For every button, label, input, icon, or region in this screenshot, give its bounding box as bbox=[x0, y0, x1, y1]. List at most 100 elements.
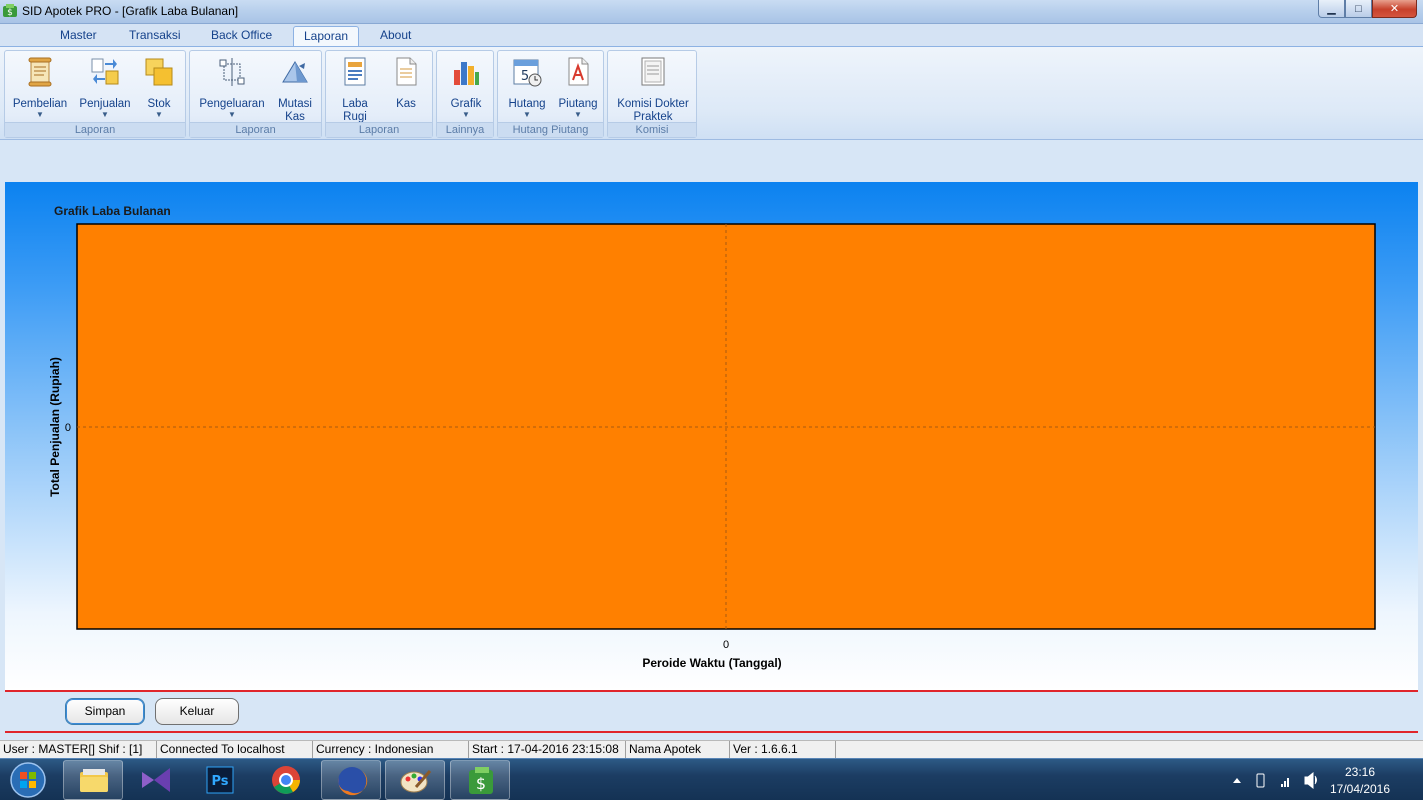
report-icon bbox=[344, 57, 366, 86]
explorer-icon bbox=[80, 769, 108, 792]
mutasi-kas-label: Mutasi Kas bbox=[278, 98, 312, 123]
network-icon[interactable] bbox=[1281, 778, 1289, 787]
firefox-icon bbox=[338, 767, 368, 796]
ribbon-group-label: Laporan bbox=[190, 122, 321, 137]
laba-rugi-button[interactable]: Laba Rugi bbox=[332, 54, 378, 124]
piutang-button[interactable]: Piutang ▼ bbox=[554, 54, 602, 119]
status-connection: Connected To localhost bbox=[157, 741, 313, 759]
mutasi-kas-button[interactable]: Mutasi Kas bbox=[272, 54, 318, 124]
taskbar-explorer[interactable] bbox=[63, 760, 123, 800]
ribbon-group-label: Komisi bbox=[608, 122, 696, 137]
status-store: Nama Apotek bbox=[626, 741, 730, 759]
chevron-down-icon: ▼ bbox=[228, 110, 236, 119]
taskbar-paint[interactable] bbox=[385, 760, 445, 800]
y-axis-label: Total Penjualan (Rupiah) bbox=[48, 357, 62, 497]
pengeluaran-button[interactable]: Pengeluaran ▼ bbox=[194, 54, 270, 119]
photoshop-icon: Ps bbox=[206, 766, 234, 794]
pembelian-button[interactable]: Pembelian ▼ bbox=[9, 54, 71, 119]
y-tick-label: 0 bbox=[65, 422, 71, 434]
taskbar-chrome[interactable] bbox=[256, 760, 316, 800]
calendar-icon: 5 bbox=[513, 59, 542, 87]
ribbon-group-laporan-1: Pembelian ▼ Penjualan ▼ Stok ▼ Laporan bbox=[4, 50, 186, 138]
svg-text:$: $ bbox=[7, 8, 13, 18]
clock-date[interactable]: 17/04/2016 bbox=[1325, 782, 1395, 796]
status-user: User : MASTER[] Shif : [1] bbox=[0, 741, 157, 759]
tab-about[interactable]: About bbox=[370, 26, 421, 46]
status-start: Start : 17-04-2016 23:15:08 bbox=[469, 741, 626, 759]
x-tick-label: 0 bbox=[723, 639, 729, 651]
komisi-dokter-praktek-label: Komisi Dokter Praktek bbox=[617, 98, 689, 123]
menu-tab-bar: Master Transaksi Back Office Laporan Abo… bbox=[0, 24, 1423, 46]
ribbon-group-lainnya: Grafik ▼ Lainnya bbox=[436, 50, 494, 138]
chrome-icon bbox=[272, 766, 300, 794]
close-button[interactable]: ✕ bbox=[1372, 0, 1417, 18]
sid-apotek-icon: $ bbox=[469, 767, 493, 794]
svg-text:5: 5 bbox=[521, 69, 529, 84]
window-controls: ▁ □ ✕ bbox=[1318, 0, 1417, 18]
battery-icon[interactable] bbox=[1256, 773, 1265, 788]
tab-laporan[interactable]: Laporan bbox=[293, 26, 360, 46]
ribbon-group-komisi: Komisi Dokter Praktek Komisi bbox=[607, 50, 697, 138]
penjualan-button[interactable]: Penjualan ▼ bbox=[75, 54, 135, 119]
volume-icon[interactable] bbox=[1304, 771, 1317, 790]
photoshop-label: Ps bbox=[211, 774, 228, 789]
system-tray: 23:16 17/04/2016 bbox=[1213, 759, 1423, 800]
stok-button[interactable]: Stok ▼ bbox=[139, 54, 179, 119]
crop-icon bbox=[219, 58, 245, 86]
chevron-down-icon: ▼ bbox=[462, 110, 470, 119]
status-bar: User : MASTER[] Shif : [1] Connected To … bbox=[0, 740, 1423, 759]
kas-label: Kas bbox=[396, 98, 416, 110]
keluar-button[interactable]: Keluar bbox=[155, 698, 239, 725]
tab-back-office[interactable]: Back Office bbox=[201, 26, 282, 46]
chart-title: Grafik Laba Bulanan bbox=[54, 204, 171, 218]
minimize-button[interactable]: ▁ bbox=[1318, 0, 1345, 18]
status-currency: Currency : Indonesian bbox=[313, 741, 469, 759]
grafik-button[interactable]: Grafik ▼ bbox=[443, 54, 489, 119]
chevron-down-icon: ▼ bbox=[36, 110, 44, 119]
tab-transaksi[interactable]: Transaksi bbox=[119, 26, 191, 46]
laba-rugi-label: Laba Rugi bbox=[342, 98, 368, 123]
paint-icon bbox=[400, 770, 432, 793]
tray-icons bbox=[1233, 771, 1317, 790]
pdf-document-icon bbox=[568, 57, 589, 86]
komisi-dokter-praktek-button[interactable]: Komisi Dokter Praktek bbox=[612, 54, 694, 124]
chevron-down-icon: ▼ bbox=[523, 110, 531, 119]
ribbon-group-hutang-piutang: 5 Hutang ▼ Piutang ▼ Hutang Piutang bbox=[497, 50, 604, 138]
window-title: SID Apotek PRO - [Grafik Laba Bulanan] bbox=[22, 4, 239, 18]
clock-time[interactable]: 23:16 bbox=[1325, 765, 1395, 779]
taskbar-sid-apotek[interactable]: $ bbox=[450, 760, 510, 800]
chevron-down-icon: ▼ bbox=[101, 110, 109, 119]
simpan-button[interactable]: Simpan bbox=[65, 698, 145, 725]
show-hidden-icons-icon[interactable] bbox=[1233, 778, 1241, 783]
page-icon bbox=[641, 57, 665, 86]
visual-studio-icon bbox=[142, 768, 170, 792]
x-axis-label: Peroide Waktu (Tanggal) bbox=[642, 656, 781, 670]
ribbon-group-laporan-3: Laba Rugi Kas Laporan bbox=[325, 50, 433, 138]
divider-line-bottom bbox=[5, 731, 1418, 733]
taskbar: Ps $ 23:16 17/04/2016 bbox=[0, 758, 1423, 800]
scroll-icon bbox=[28, 57, 52, 87]
taskbar-visual-studio[interactable] bbox=[126, 760, 186, 800]
hutang-button[interactable]: 5 Hutang ▼ bbox=[502, 54, 552, 119]
ribbon-group-laporan-2: Pengeluaran ▼ Mutasi Kas Laporan bbox=[189, 50, 322, 138]
chart-panel: Grafik Laba Bulanan 0 0 Peroide Waktu (T… bbox=[5, 182, 1418, 690]
triangle-icon bbox=[282, 61, 308, 83]
app-icon: $ bbox=[3, 4, 17, 18]
maximize-button[interactable]: □ bbox=[1345, 0, 1372, 18]
start-button[interactable] bbox=[4, 761, 52, 799]
status-version: Ver : 1.6.6.1 bbox=[730, 741, 836, 759]
tab-master[interactable]: Master bbox=[50, 26, 107, 46]
ribbon-group-label: Laporan bbox=[326, 122, 432, 137]
chevron-down-icon: ▼ bbox=[574, 110, 582, 119]
document-icon bbox=[396, 57, 417, 86]
ribbon-group-label: Lainnya bbox=[437, 122, 493, 137]
taskbar-firefox[interactable] bbox=[321, 760, 381, 800]
bar-chart-icon bbox=[454, 62, 479, 85]
svg-text:$: $ bbox=[476, 774, 486, 793]
stack-icon bbox=[145, 58, 173, 86]
taskbar-photoshop[interactable]: Ps bbox=[191, 760, 251, 800]
title-bar: $ SID Apotek PRO - [Grafik Laba Bulanan]… bbox=[0, 0, 1423, 24]
ribbon-group-label: Laporan bbox=[5, 122, 185, 137]
kas-button[interactable]: Kas bbox=[384, 54, 428, 111]
ribbon-group-label: Hutang Piutang bbox=[498, 122, 603, 137]
